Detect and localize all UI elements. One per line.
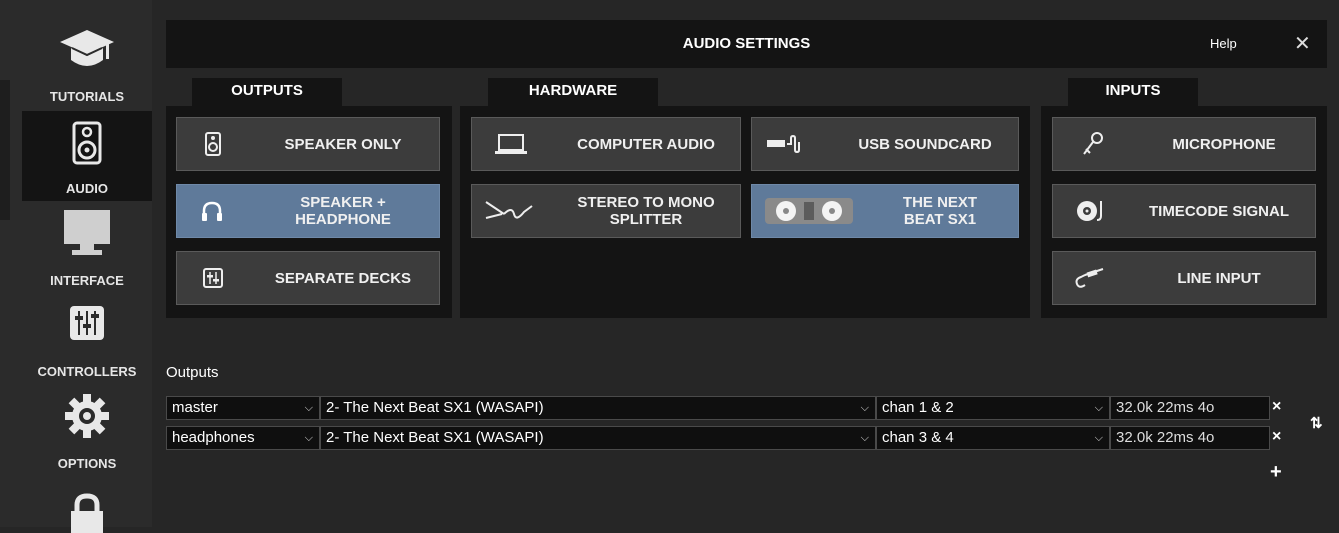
add-output-button[interactable]: + <box>1270 461 1282 484</box>
splitter-cable-icon <box>485 201 533 219</box>
remove-row-button[interactable]: × <box>1272 398 1281 416</box>
microphone-icon <box>1083 132 1103 155</box>
table-row: master ⌵ 2- The Next Beat SX1 (WASAPI) ⌵ c… <box>166 396 1286 420</box>
button-label: MICROPHONE <box>1172 135 1276 153</box>
button-label: SPEAKER + HEADPHONE <box>295 194 391 228</box>
sidebar-item-tutorials[interactable]: TUTORIALS <box>22 0 152 110</box>
remove-row-button[interactable]: × <box>1272 428 1281 446</box>
button-label: SEPARATE DECKS <box>274 269 412 287</box>
tab-inputs: INPUTS <box>1068 78 1198 106</box>
mixer-icon <box>203 268 223 288</box>
table-row: headphones ⌵ 2- The Next Beat SX1 (WASAPI… <box>166 426 1286 450</box>
sidebar-item-label: CONTROLLERS <box>37 364 137 379</box>
line-input-button[interactable]: LINE INPUT <box>1052 251 1316 305</box>
gear-icon <box>65 394 109 438</box>
title-bar: AUDIO SETTINGS Help ✕ <box>166 20 1327 68</box>
device-select[interactable]: 2- The Next Beat SX1 (WASAPI) ⌵ <box>320 426 876 450</box>
laptop-icon <box>495 134 527 154</box>
chan-select[interactable]: chan 1 & 2 ⌵ <box>876 396 1110 420</box>
help-link[interactable]: Help <box>1210 36 1237 51</box>
audio-jack-icon <box>1075 268 1104 288</box>
dialog-title: AUDIO SETTINGS <box>682 35 811 52</box>
sidebar-item-label: AUDIO <box>66 181 108 196</box>
computer-audio-button[interactable]: COMPUTER AUDIO <box>471 117 741 171</box>
sidebar-item-label: TUTORIALS <box>49 89 125 104</box>
tab-hardware: HARDWARE <box>488 78 658 106</box>
separate-decks-button[interactable]: SEPARATE DECKS <box>176 251 440 305</box>
speaker-headphone-button[interactable]: SPEAKER + HEADPHONE <box>176 184 440 238</box>
close-button[interactable]: ✕ <box>1294 31 1311 56</box>
tab-outputs: OUTPUTS <box>192 78 342 106</box>
the-next-beat-sx1-button[interactable]: THE NEXT BEAT SX1 <box>751 184 1019 238</box>
outputs-section-label: Outputs <box>166 364 219 381</box>
headphones-icon <box>202 201 222 221</box>
chan-select[interactable]: chan 3 & 4 ⌵ <box>876 426 1110 450</box>
button-label: STEREO TO MONO SPLITTER <box>577 194 715 228</box>
swap-rows-button[interactable]: ⇅ <box>1310 414 1323 432</box>
channel-select[interactable]: master ⌵ <box>166 396 320 420</box>
sidebar-item-label: INTERFACE <box>50 273 124 288</box>
monitor-icon <box>64 210 110 255</box>
sidebar-item-label: OPTIONS <box>57 456 117 471</box>
mixer-icon <box>70 306 104 340</box>
sidebar-edge <box>0 80 10 220</box>
microphone-button[interactable]: MICROPHONE <box>1052 117 1316 171</box>
audio-format-info: 32.0k 22ms 4o <box>1110 396 1270 420</box>
device-select[interactable]: 2- The Next Beat SX1 (WASAPI) ⌵ <box>320 396 876 420</box>
controller-icon <box>765 198 853 224</box>
sidebar-item-audio[interactable]: AUDIO <box>22 111 152 201</box>
sidebar-item-interface[interactable]: INTERFACE <box>22 202 152 292</box>
channel-select[interactable]: headphones ⌵ <box>166 426 320 450</box>
sidebar: TUTORIALS AUDIO INTERFACE CONTROLLERS OP… <box>0 0 152 533</box>
sidebar-item-lock[interactable] <box>22 475 152 533</box>
audio-format-info: 32.0k 22ms 4o <box>1110 426 1270 450</box>
lock-icon <box>71 493 103 533</box>
button-label: LINE INPUT <box>1177 269 1261 287</box>
speaker-icon <box>205 132 221 156</box>
timecode-signal-button[interactable]: TIMECODE SIGNAL <box>1052 184 1316 238</box>
sidebar-item-options[interactable]: OPTIONS <box>22 384 152 474</box>
usb-soundcard-button[interactable]: USB SOUNDCARD <box>751 117 1019 171</box>
button-label: SPEAKER ONLY <box>284 135 402 153</box>
speaker-icon <box>72 121 102 165</box>
button-label: USB SOUNDCARD <box>858 135 992 153</box>
stereo-to-mono-splitter-button[interactable]: STEREO TO MONO SPLITTER <box>471 184 741 238</box>
speaker-only-button[interactable]: SPEAKER ONLY <box>176 117 440 171</box>
button-label: COMPUTER AUDIO <box>577 135 715 153</box>
button-label: THE NEXT BEAT SX1 <box>902 194 978 228</box>
sidebar-item-controllers[interactable]: CONTROLLERS <box>22 293 152 383</box>
turntable-icon <box>1077 201 1102 221</box>
usb-cable-icon <box>767 134 800 154</box>
button-label: TIMECODE SIGNAL <box>1148 202 1289 220</box>
graduation-cap-icon <box>60 30 114 66</box>
